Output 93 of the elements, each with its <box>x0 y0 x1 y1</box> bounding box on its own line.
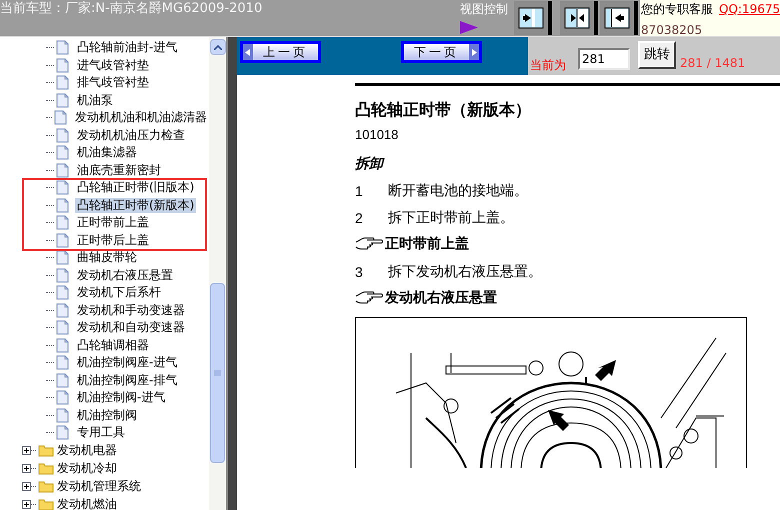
document-icon <box>56 75 69 90</box>
document-icon <box>56 338 69 353</box>
document-icon <box>56 40 69 56</box>
tree-item[interactable]: 机油控制阀-进气 <box>75 390 168 406</box>
pointing-hand-icon <box>355 290 385 306</box>
tree-item[interactable]: 正时带后上盖 <box>75 232 151 248</box>
step-number: 3 <box>355 263 364 281</box>
folder-icon <box>38 498 54 510</box>
document-icon <box>54 110 67 126</box>
pointing-hand-icon <box>355 236 385 252</box>
service-label: 您的专职客服 <box>641 2 713 17</box>
tree-item[interactable]: 机油控制阀座-排气 <box>75 372 180 388</box>
tree-item[interactable]: 排气歧管衬垫 <box>75 75 151 90</box>
tree-item[interactable]: 机油控制阀座-进气 <box>75 355 180 370</box>
step-text: 拆下正时带前上盖。 <box>388 209 514 227</box>
expand-toggle[interactable] <box>22 482 31 491</box>
arrow-icon <box>471 48 477 56</box>
reference-link[interactable]: 正时带前上盖 <box>385 235 469 253</box>
reference-link[interactable]: 发动机右液压悬置 <box>385 289 497 307</box>
tree-item[interactable]: 正时带前上盖 <box>75 215 151 230</box>
jump-button[interactable]: 跳转 <box>638 41 676 69</box>
view-control-label: 视图控制 <box>460 2 508 17</box>
tree-item[interactable]: 曲轴皮带轮 <box>75 250 139 266</box>
tree-item[interactable]: 发动机下后系杆 <box>75 285 163 300</box>
step-number: 2 <box>355 209 364 227</box>
expand-toggle[interactable] <box>22 500 31 509</box>
tree-item[interactable]: 专用工具 <box>75 425 127 440</box>
document-icon <box>56 92 69 108</box>
tree-item[interactable]: 发动机和自动变速器 <box>75 320 187 336</box>
tree-item[interactable]: 凸轮轴正时带(旧版本) <box>75 180 196 196</box>
document-icon <box>56 128 69 143</box>
document-icon <box>56 285 69 300</box>
expand-toggle[interactable] <box>22 464 31 473</box>
view-layout-button[interactable] <box>514 1 552 35</box>
document-icon <box>56 58 69 73</box>
document-icon <box>56 180 69 196</box>
folder-icon <box>38 462 54 475</box>
page-input[interactable]: 281 <box>578 48 630 70</box>
document-icon <box>56 198 69 213</box>
current-page-label: 当前为 <box>530 58 566 72</box>
tree-item[interactable]: 发动机和手动变速器 <box>75 302 187 318</box>
step-text: 断开蓄电池的接地端。 <box>388 182 528 200</box>
tree-item[interactable]: 发动机机油和机油滤清器 <box>73 110 209 126</box>
document-icon <box>56 408 69 423</box>
chevron-up-icon <box>214 44 222 50</box>
document-icon <box>56 145 69 160</box>
tree-item[interactable]: 油底壳重新密封 <box>75 162 163 178</box>
next-page-button[interactable]: 下一页 <box>401 41 482 63</box>
page-count: 281 / 1481 <box>680 56 746 70</box>
document-icon <box>56 162 69 178</box>
document-icon <box>56 232 69 248</box>
tree-folder[interactable]: 发动机管理系统 <box>57 479 141 494</box>
folder-icon <box>38 444 54 457</box>
scroll-up-button[interactable] <box>210 39 226 55</box>
arrow-icon <box>245 48 251 56</box>
previous-page-button[interactable]: 上一页 <box>240 41 321 63</box>
tree-item[interactable]: 发动机右液压悬置 <box>75 268 175 283</box>
document-icon <box>56 390 69 406</box>
tree-folder[interactable]: 发动机燃油 <box>57 497 117 510</box>
step-number: 1 <box>355 182 364 200</box>
section-heading: 拆卸 <box>355 155 386 173</box>
tree-folder[interactable]: 发动机冷却 <box>57 461 117 476</box>
document-icon <box>56 268 69 283</box>
expand-toggle[interactable] <box>22 446 31 455</box>
qq-link[interactable]: QQ:19675 <box>719 2 780 17</box>
phone-number: 87038205 <box>641 23 702 36</box>
folder-icon <box>38 480 54 493</box>
document-icon <box>56 320 69 336</box>
scroll-thumb[interactable] <box>210 283 225 463</box>
tree-item[interactable]: 机油泵 <box>75 92 115 108</box>
document-icon <box>56 425 69 440</box>
document-icon <box>56 355 69 370</box>
step-text: 拆下发动机右液压悬置。 <box>388 263 542 281</box>
scrollbar[interactable] <box>209 37 226 510</box>
tree-item[interactable]: 凸轮轴前油封-进气 <box>75 40 180 56</box>
tree-item[interactable]: 凸轮轴调相器 <box>75 338 151 353</box>
tree-folder[interactable]: 发动机电器 <box>57 443 117 458</box>
document-icon <box>56 250 69 266</box>
document-title: 凸轮轴正时带（新版本） <box>355 100 532 120</box>
document-icon <box>56 215 69 230</box>
document-code: 101018 <box>355 127 400 143</box>
tree-item[interactable]: 机油集滤器 <box>75 145 139 160</box>
tree-item[interactable]: 发动机机油压力检查 <box>75 128 187 143</box>
car-model-title: 当前车型：厂家:N-南京名爵MG62009-2010 <box>0 0 262 18</box>
triangle-icon <box>460 21 478 34</box>
view-layout-button[interactable] <box>560 1 598 35</box>
tree-item[interactable]: 进气歧管衬垫 <box>75 58 151 73</box>
view-layout-button[interactable] <box>600 1 638 35</box>
tree-item[interactable]: 机油控制阀 <box>75 408 139 423</box>
tree-item[interactable]: 凸轮轴正时带(新版本) <box>75 198 196 213</box>
document-icon <box>56 302 69 318</box>
document-icon <box>56 372 69 388</box>
grip-icon <box>214 370 221 376</box>
